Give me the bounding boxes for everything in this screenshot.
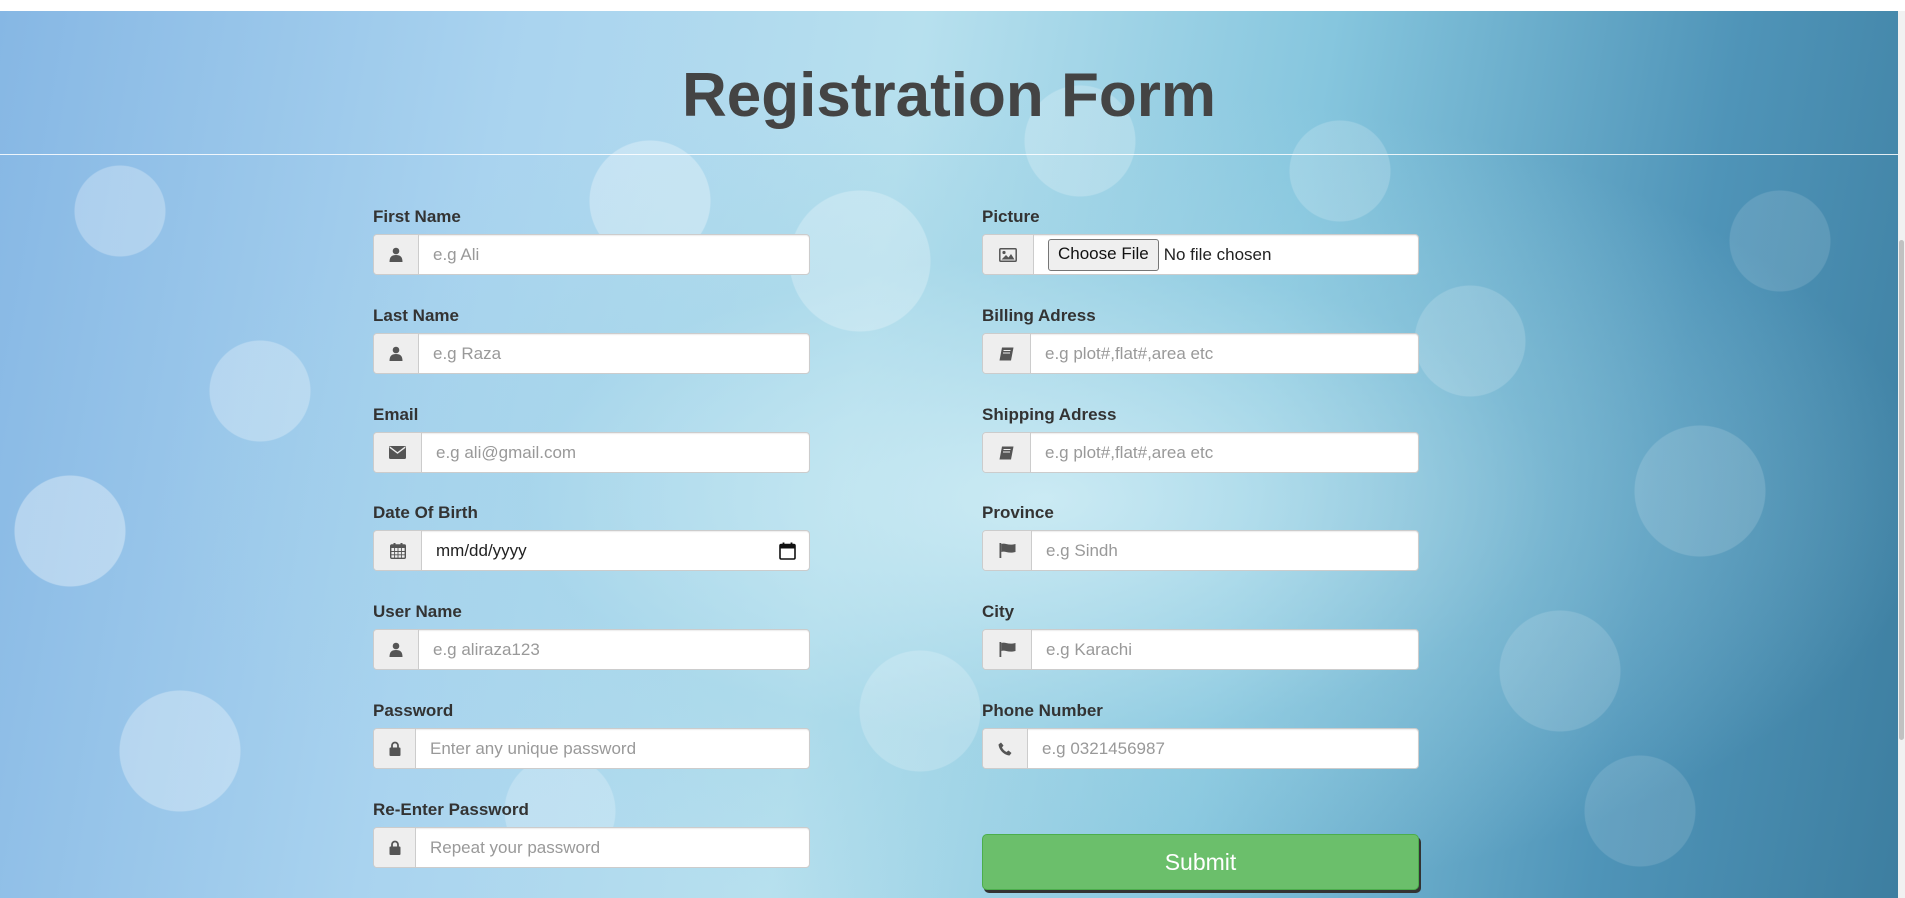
re-enter-password-input[interactable] — [416, 828, 809, 867]
city-field: City — [982, 602, 1419, 670]
calendar-picker-icon — [778, 542, 796, 560]
lock-icon — [374, 828, 416, 867]
lock-icon — [374, 729, 416, 768]
picture-input-group: Choose File No file chosen — [982, 234, 1419, 275]
province-input-group — [982, 530, 1419, 571]
last-name-input-group — [373, 333, 810, 374]
billing-address-input-group — [982, 333, 1419, 374]
re-enter-password-label: Re-Enter Password — [373, 800, 529, 819]
user-icon — [374, 235, 419, 274]
title-divider — [0, 154, 1898, 155]
billing-address-label: Billing Adress — [982, 306, 1096, 325]
file-status-text: No file chosen — [1163, 244, 1272, 264]
phone-number-label: Phone Number — [982, 701, 1103, 720]
password-input[interactable] — [416, 729, 809, 768]
envelope-icon — [374, 433, 422, 472]
user-name-input-group — [373, 629, 810, 670]
first-name-label: First Name — [373, 207, 461, 226]
user-icon — [374, 334, 419, 373]
calendar-icon — [374, 531, 422, 570]
phone-number-input[interactable] — [1028, 729, 1418, 768]
city-input-group — [982, 629, 1419, 670]
user-name-input[interactable] — [419, 630, 809, 669]
picture-field: Picture Choose File No file chosen — [982, 207, 1419, 275]
billing-address-field: Billing Adress — [982, 306, 1419, 374]
re-enter-password-field: Re-Enter Password — [373, 800, 810, 868]
phone-number-input-group — [982, 728, 1419, 769]
page-background: Registration Form First Name Last Name E… — [0, 11, 1898, 898]
date-of-birth-value: mm/dd/yyyy — [436, 540, 527, 560]
page-title: Registration Form — [682, 61, 1216, 130]
user-name-label: User Name — [373, 602, 462, 621]
email-label: Email — [373, 405, 419, 424]
city-label: City — [982, 602, 1015, 621]
province-field: Province — [982, 503, 1419, 571]
phone-number-field: Phone Number — [982, 701, 1419, 769]
password-input-group — [373, 728, 810, 769]
choose-file-button[interactable]: Choose File — [1048, 238, 1159, 271]
billing-address-input[interactable] — [1031, 334, 1418, 373]
date-picker-button[interactable] — [765, 531, 809, 570]
email-input-group — [373, 432, 810, 473]
shipping-address-label: Shipping Adress — [982, 405, 1117, 424]
password-field: Password — [373, 701, 810, 769]
flag-icon — [983, 630, 1032, 669]
picture-label: Picture — [982, 207, 1040, 226]
shipping-address-field: Shipping Adress — [982, 405, 1419, 473]
last-name-field: Last Name — [373, 306, 810, 374]
book-icon — [983, 334, 1031, 373]
shipping-address-input-group — [982, 432, 1419, 473]
province-input[interactable] — [1032, 531, 1418, 570]
date-of-birth-field: Date Of Birth mm/dd/yyyy — [373, 503, 810, 571]
email-input[interactable] — [422, 433, 809, 472]
last-name-label: Last Name — [373, 306, 459, 325]
flag-icon — [983, 531, 1032, 570]
file-picker: Choose File No file chosen — [1034, 235, 1418, 274]
first-name-field: First Name — [373, 207, 810, 275]
scrollbar-thumb[interactable] — [1899, 240, 1904, 740]
picture-icon — [983, 235, 1034, 274]
city-input[interactable] — [1032, 630, 1418, 669]
book-icon — [983, 433, 1031, 472]
date-of-birth-label: Date Of Birth — [373, 503, 478, 522]
first-name-input[interactable] — [419, 235, 809, 274]
last-name-input[interactable] — [419, 334, 809, 373]
shipping-address-input[interactable] — [1031, 433, 1418, 472]
re-enter-password-input-group — [373, 827, 810, 868]
submit-button[interactable]: Submit — [982, 834, 1419, 890]
first-name-input-group — [373, 234, 810, 275]
province-label: Province — [982, 503, 1054, 522]
password-label: Password — [373, 701, 454, 720]
email-field: Email — [373, 405, 810, 473]
date-of-birth-input-group[interactable]: mm/dd/yyyy — [373, 530, 810, 571]
user-name-field: User Name — [373, 602, 810, 670]
user-icon — [374, 630, 419, 669]
phone-icon — [983, 729, 1028, 768]
